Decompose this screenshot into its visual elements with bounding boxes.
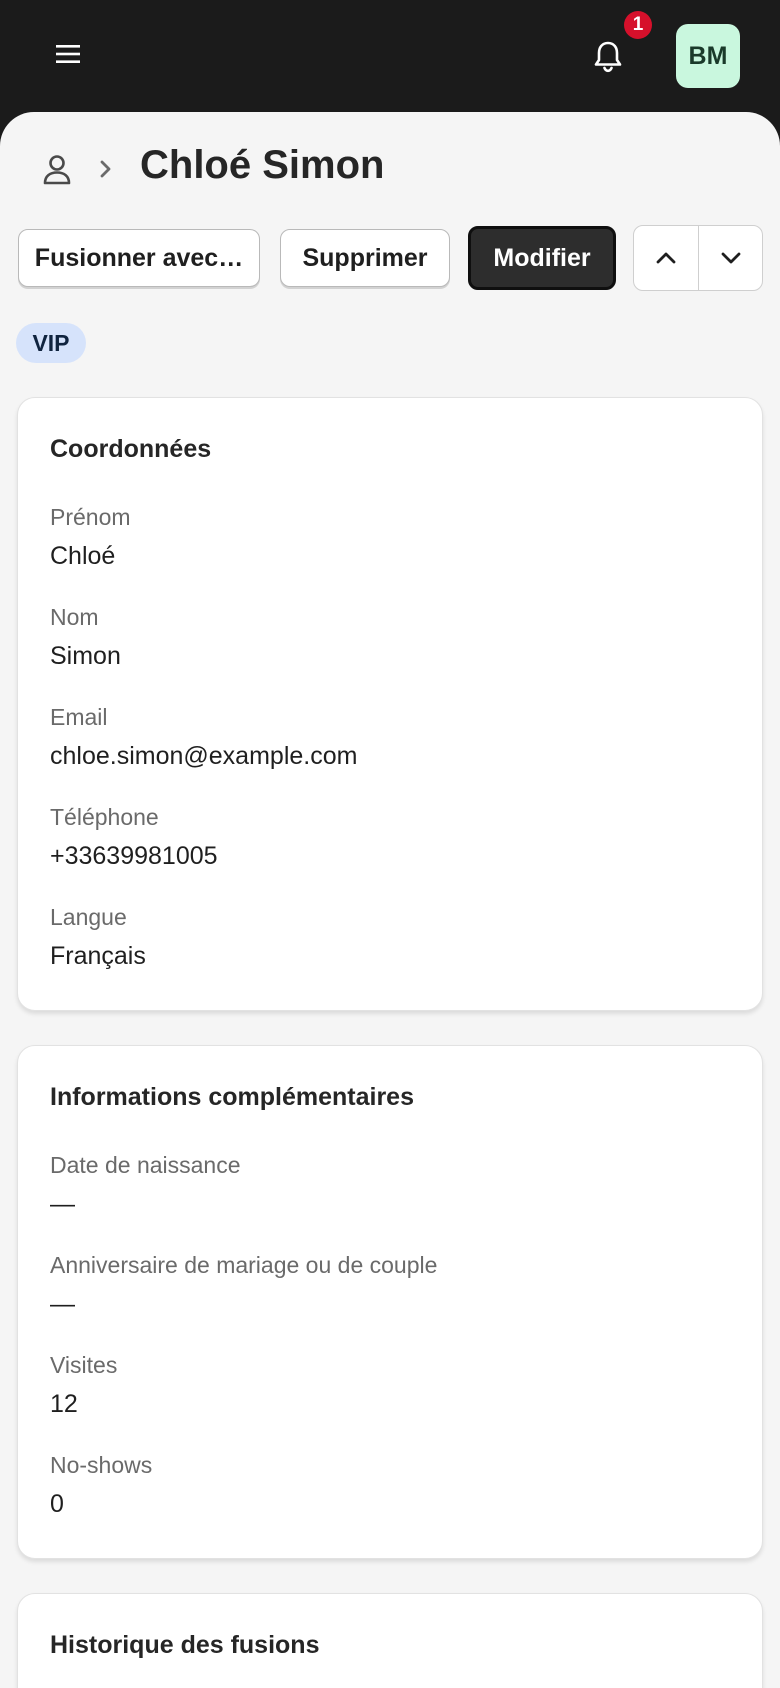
menu-button[interactable] — [48, 34, 88, 74]
email-value: chloe.simon@example.com — [50, 742, 358, 770]
next-record-button[interactable] — [698, 226, 762, 290]
card-title: Informations complémentaires — [50, 1083, 414, 1111]
anniversary-value: — — [50, 1290, 75, 1318]
email-label: Email — [50, 704, 108, 730]
first-name-label: Prénom — [50, 504, 131, 530]
user-icon[interactable] — [40, 152, 74, 186]
vip-tag: VIP — [16, 323, 86, 363]
previous-record-button[interactable] — [634, 226, 698, 290]
merge-history-card: Historique des fusions — [17, 1593, 763, 1688]
notification-count-badge: 1 — [624, 11, 652, 39]
merge-button[interactable]: Fusionner avec… — [18, 229, 260, 287]
visits-label: Visites — [50, 1352, 118, 1378]
birth-date-label: Date de naissance — [50, 1152, 241, 1178]
phone-label: Téléphone — [50, 804, 159, 830]
language-label: Langue — [50, 904, 127, 930]
anniversary-label: Anniversaire de mariage ou de couple — [50, 1252, 438, 1278]
page-title: Chloé Simon — [140, 143, 385, 187]
no-shows-label: No-shows — [50, 1452, 153, 1478]
additional-info-card: Informations complémentaires Date de nai… — [17, 1045, 763, 1559]
top-app-bar: 1 BM — [0, 0, 780, 112]
delete-button[interactable]: Supprimer — [280, 229, 450, 287]
first-name-value: Chloé — [50, 542, 116, 570]
chevron-right-icon — [100, 160, 111, 178]
chevron-up-icon — [656, 252, 676, 264]
bell-icon — [594, 41, 622, 73]
card-title: Coordonnées — [50, 435, 212, 463]
card-title: Historique des fusions — [50, 1631, 320, 1659]
visits-value: 12 — [50, 1390, 78, 1418]
phone-value: +33639981005 — [50, 842, 218, 870]
last-name-label: Nom — [50, 604, 99, 630]
hamburger-menu-icon — [56, 45, 80, 63]
last-name-value: Simon — [50, 642, 121, 670]
contact-details-card: Coordonnées Prénom Chloé Nom Simon Email… — [17, 397, 763, 1011]
record-navigation — [633, 225, 763, 291]
notifications-button[interactable] — [586, 34, 630, 78]
language-value: Français — [50, 942, 146, 970]
no-shows-value: 0 — [50, 1490, 64, 1518]
edit-button[interactable]: Modifier — [468, 226, 616, 290]
birth-date-value: — — [50, 1190, 75, 1218]
user-avatar[interactable]: BM — [676, 24, 740, 88]
chevron-down-icon — [721, 252, 740, 264]
